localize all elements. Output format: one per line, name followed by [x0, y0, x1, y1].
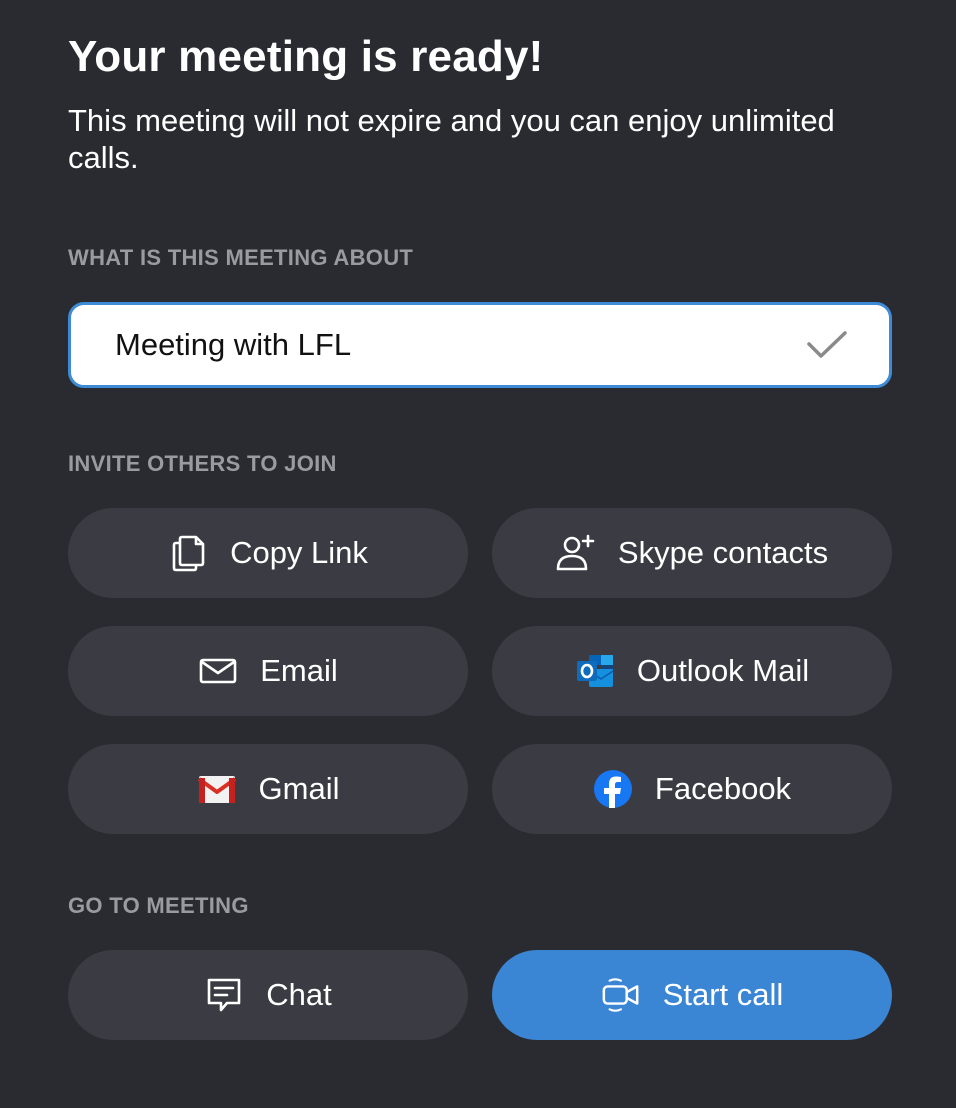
chat-button[interactable]: Chat	[68, 950, 468, 1040]
chat-icon	[204, 975, 244, 1015]
skype-contacts-button[interactable]: Skype contacts	[492, 508, 892, 598]
envelope-icon	[198, 651, 238, 691]
copy-icon	[168, 533, 208, 573]
checkmark-icon[interactable]	[807, 330, 847, 360]
page-title: Your meeting is ready!	[68, 32, 544, 81]
outlook-mail-label: Outlook Mail	[636, 653, 810, 688]
add-person-icon	[556, 533, 596, 573]
facebook-label: Facebook	[654, 771, 792, 806]
outlook-icon	[575, 651, 615, 691]
section-label-go: GO TO MEETING	[68, 893, 249, 918]
meeting-topic-input[interactable]	[115, 327, 807, 363]
gmail-icon	[197, 769, 237, 809]
skype-contacts-label: Skype contacts	[617, 535, 829, 570]
section-label-invite: INVITE OTHERS TO JOIN	[68, 451, 337, 476]
copy-link-button[interactable]: Copy Link	[68, 508, 468, 598]
outlook-mail-button[interactable]: Outlook Mail	[492, 626, 892, 716]
page-subtitle: This meeting will not expire and you can…	[68, 103, 835, 175]
gmail-button[interactable]: Gmail	[68, 744, 468, 834]
video-camera-icon	[601, 975, 641, 1015]
email-label: Email	[260, 653, 338, 688]
copy-link-label: Copy Link	[230, 535, 368, 570]
chat-label: Chat	[266, 977, 332, 1012]
start-call-button[interactable]: Start call	[492, 950, 892, 1040]
start-call-label: Start call	[662, 977, 784, 1012]
meeting-ready-panel: Your meeting is ready! This meeting will…	[0, 0, 956, 1108]
meeting-topic-field[interactable]	[68, 302, 892, 388]
email-button[interactable]: Email	[68, 626, 468, 716]
section-label-about: WHAT IS THIS MEETING ABOUT	[68, 245, 414, 270]
gmail-label: Gmail	[258, 771, 340, 806]
facebook-icon	[593, 769, 633, 809]
facebook-button[interactable]: Facebook	[492, 744, 892, 834]
